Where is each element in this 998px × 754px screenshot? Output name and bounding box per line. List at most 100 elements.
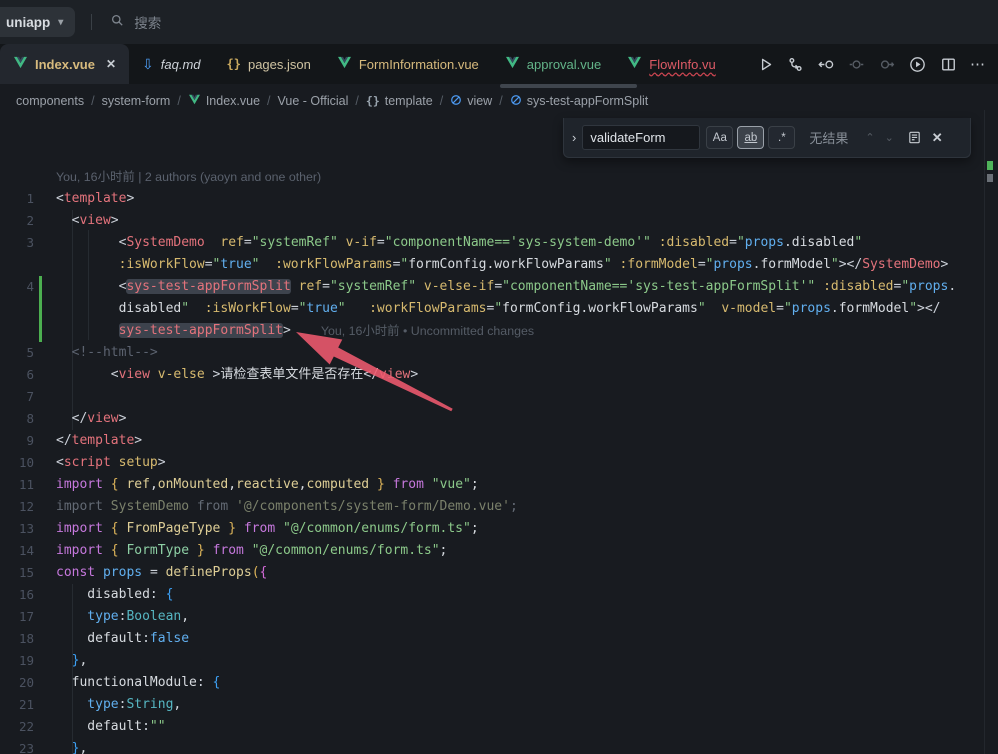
- code-row[interactable]: 17 type:Boolean,: [0, 606, 998, 628]
- tab-approval-vue[interactable]: approval.vue: [492, 44, 614, 84]
- line-number: 17: [0, 606, 34, 628]
- code-row[interactable]: 18default:false: [0, 628, 998, 650]
- debug-run-icon[interactable]: [908, 55, 927, 74]
- code-row[interactable]: 16 disabled: {: [0, 584, 998, 606]
- code-row[interactable]: 14import { FormType } from "@/common/enu…: [0, 540, 998, 562]
- git-blame-inline: You, 16小时前 • Uncommitted changes: [321, 320, 534, 342]
- code-line-text: <template>: [56, 188, 134, 210]
- whole-word-toggle[interactable]: ab: [737, 126, 764, 149]
- regex-toggle[interactable]: .*: [768, 126, 795, 149]
- code-line-text: </view>: [56, 408, 126, 430]
- code-row[interactable]: 20functionalModule: {: [0, 672, 998, 694]
- code-row[interactable]: 22default:"": [0, 716, 998, 738]
- breadcrumb-item[interactable]: Index.vue: [188, 94, 260, 108]
- code-row[interactable]: 12import SystemDemo from '@/components/s…: [0, 496, 998, 518]
- breadcrumb-item[interactable]: view: [450, 94, 492, 109]
- line-number: 11: [0, 474, 34, 496]
- vue-icon: [627, 56, 642, 72]
- close-icon[interactable]: ✕: [106, 57, 116, 71]
- find-in-selection-icon[interactable]: [907, 130, 922, 145]
- code-line-text: <SystemDemo ref="systemRef" v-if="compon…: [56, 232, 862, 254]
- code-row[interactable]: sys-test-appFormSplit>You, 16小时前 • Uncom…: [0, 320, 998, 342]
- code-row[interactable]: 11import { ref,onMounted,reactive,comput…: [0, 474, 998, 496]
- code-content[interactable]: You, 16小时前 | 2 authors (yaoyn and one ot…: [0, 110, 998, 754]
- line-number: 2: [0, 210, 34, 232]
- run-button[interactable]: [757, 56, 774, 73]
- code-row[interactable]: 8 </view>: [0, 408, 998, 430]
- tab-label: approval.vue: [527, 57, 601, 72]
- line-number: [0, 298, 34, 320]
- code-row[interactable]: 13import { FromPageType } from "@/common…: [0, 518, 998, 540]
- find-previous-button[interactable]: ⌃: [860, 131, 879, 144]
- line-number: 16: [0, 584, 34, 606]
- tab-bar: Index.vue ✕ ⇩ faq.md {} pages.json FormI…: [0, 44, 998, 84]
- code-row[interactable]: 6<view v-else >请检查表单文件是否存在</view>: [0, 364, 998, 386]
- git-blame-annotation: You, 16小时前 | 2 authors (yaoyn and one ot…: [56, 166, 321, 188]
- find-next-button[interactable]: ⌄: [880, 131, 899, 144]
- code-row[interactable]: You, 16小时前 | 2 authors (yaoyn and one ot…: [0, 166, 998, 188]
- ring-icon[interactable]: [848, 56, 865, 73]
- chevron-down-icon: ▾: [58, 17, 63, 28]
- git-graph-icon[interactable]: [787, 56, 804, 73]
- code-line-text: type:Boolean,: [56, 606, 189, 628]
- breadcrumb-item[interactable]: sys-test-appFormSplit: [510, 94, 649, 109]
- titlebar-divider: [91, 14, 92, 30]
- overview-ruler[interactable]: [984, 110, 985, 754]
- search-icon: [110, 13, 125, 31]
- breadcrumb-item[interactable]: components: [16, 94, 84, 108]
- code-row[interactable]: 9</template>: [0, 430, 998, 452]
- find-input[interactable]: [582, 125, 700, 150]
- tab-label: pages.json: [248, 57, 311, 72]
- code-line-text: disabled: {: [56, 584, 173, 606]
- ring-arrow-icon[interactable]: [878, 56, 895, 73]
- code-editor[interactable]: You, 16小时前 | 2 authors (yaoyn and one ot…: [0, 110, 998, 754]
- breadcrumb-item[interactable]: Vue - Official: [278, 94, 349, 108]
- tab-forminformation-vue[interactable]: FormInformation.vue: [324, 44, 492, 84]
- code-line-text: const props = defineProps({: [56, 562, 267, 584]
- more-actions-icon[interactable]: ⋯: [970, 55, 986, 73]
- code-line-text: default:"": [56, 716, 166, 738]
- code-row[interactable]: 1<template>: [0, 188, 998, 210]
- code-row[interactable]: 2<view>: [0, 210, 998, 232]
- vue-icon: [13, 56, 28, 72]
- line-number: 5: [0, 342, 34, 364]
- project-menu-button[interactable]: uniapp ▾: [0, 7, 75, 37]
- code-row[interactable]: 5<!--html-->: [0, 342, 998, 364]
- tab-index-vue[interactable]: Index.vue ✕: [0, 44, 129, 84]
- code-row[interactable]: 23},: [0, 738, 998, 754]
- code-line-text: import { FromPageType } from "@/common/e…: [56, 518, 479, 540]
- tab-pages-json[interactable]: {} pages.json: [214, 44, 324, 84]
- code-row[interactable]: 3<SystemDemo ref="systemRef" v-if="compo…: [0, 232, 998, 254]
- code-row[interactable]: 7: [0, 386, 998, 408]
- line-number: 19: [0, 650, 34, 672]
- code-row[interactable]: 15 const props = defineProps({: [0, 562, 998, 584]
- breadcrumb-item[interactable]: {} template: [366, 94, 433, 108]
- line-number: 20: [0, 672, 34, 694]
- breadcrumb-item[interactable]: system-form: [102, 94, 171, 108]
- line-number: 8: [0, 408, 34, 430]
- code-row[interactable]: 4<sys-test-appFormSplit ref="systemRef" …: [0, 276, 998, 298]
- close-icon[interactable]: ✕: [928, 130, 947, 146]
- title-bar: uniapp ▾ 搜索: [0, 0, 998, 44]
- code-row[interactable]: :isWorkFlow="true" :workFlowParams="form…: [0, 254, 998, 276]
- tabbar-scrollbar[interactable]: [500, 84, 637, 88]
- find-expand-toggle[interactable]: ›: [570, 130, 582, 145]
- symbol-icon: [450, 94, 462, 109]
- code-row[interactable]: 19},: [0, 650, 998, 672]
- global-search[interactable]: 搜索: [110, 12, 161, 32]
- code-line-text: },: [56, 738, 87, 754]
- code-row[interactable]: disabled" :isWorkFlow="true" :workFlowPa…: [0, 298, 998, 320]
- open-changes-icon[interactable]: [817, 56, 835, 73]
- split-editor-icon[interactable]: [940, 56, 957, 73]
- code-row[interactable]: 21type:String,: [0, 694, 998, 716]
- tab-faq-md[interactable]: ⇩ faq.md: [129, 44, 213, 84]
- code-row[interactable]: 10<script setup>: [0, 452, 998, 474]
- line-number: 15: [0, 562, 34, 584]
- match-case-toggle[interactable]: Aa: [706, 126, 733, 149]
- gutter-change-bar: [39, 276, 42, 298]
- line-number: 12: [0, 496, 34, 518]
- code-line-text: :isWorkFlow="true" :workFlowParams="form…: [56, 254, 948, 276]
- tab-flowinfo-vue[interactable]: FlowInfo.vu: [614, 44, 728, 84]
- breadcrumb-separator: /: [177, 94, 180, 108]
- editor-actions: ⋯: [757, 44, 998, 84]
